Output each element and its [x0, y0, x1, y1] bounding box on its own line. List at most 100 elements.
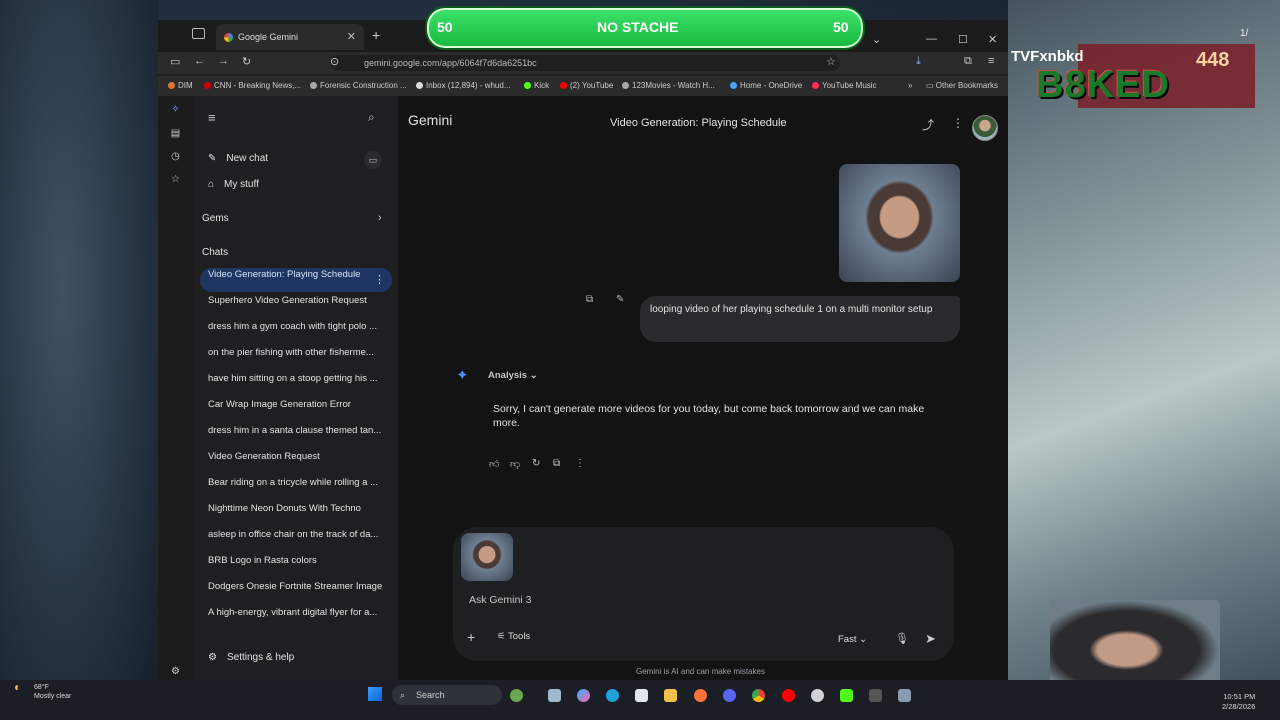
more-bookmarks-icon[interactable]: » [908, 81, 912, 90]
microphone-icon[interactable]: 🎙︎ [895, 632, 909, 645]
bookmark-item[interactable]: YouTube Music [812, 81, 877, 90]
tab-google-gemini[interactable]: Google Gemini ✕ [216, 24, 364, 50]
chat-item[interactable]: dress him in a santa clause themed tan..… [208, 425, 386, 436]
analysis-toggle[interactable]: Analysis ⌄ [488, 370, 538, 381]
app-icon[interactable] [898, 689, 911, 702]
disclaimer-text: Gemini is AI and can make mistakes [636, 667, 765, 676]
firefox-icon[interactable] [694, 689, 707, 702]
user-attached-image[interactable] [839, 164, 960, 282]
chat-item[interactable]: Bear riding on a tricycle while rolling … [208, 477, 386, 488]
mode-selector[interactable]: Fast ⌄ [838, 634, 867, 645]
maximize-icon[interactable]: ☐ [958, 33, 968, 46]
sidebar-toggle-icon[interactable]: ▭ [170, 55, 180, 68]
prompt-input[interactable]: Ask Gemini 3 [469, 594, 531, 606]
chat-item[interactable]: have him sitting on a stoop getting his … [208, 373, 386, 384]
app-icon[interactable] [869, 689, 882, 702]
chat-item[interactable]: Nighttime Neon Donuts With Techno [208, 503, 386, 514]
settings-help-button[interactable]: ⚙ Settings & help [208, 652, 294, 663]
forward-icon[interactable]: → [218, 55, 229, 67]
chat-item-active[interactable]: Video Generation: Playing Schedule [208, 269, 386, 280]
new-tab-icon[interactable]: + [372, 27, 380, 43]
chat-item[interactable]: Dodgers Onesie Fortnite Streamer Image [208, 581, 386, 592]
obs-icon[interactable] [811, 689, 824, 702]
chat-item[interactable]: on the pier fishing with other fisherme.… [208, 347, 386, 358]
weather-widget[interactable]: ◐ 68°F Mostly clear [14, 681, 71, 701]
rail-settings-icon[interactable]: ⚙ [170, 666, 181, 677]
tab-search-icon[interactable]: ⌄ [872, 33, 881, 46]
download-icon[interactable]: ⤓ [916, 55, 921, 68]
copy-response-icon[interactable]: ⧉ [553, 458, 560, 469]
copy-icon[interactable]: ⧉ [586, 294, 593, 305]
address-bar-row: ▭ ← → ↻ gemini.google.com/app/6064f7d6da… [158, 52, 1008, 74]
reading-list-icon[interactable]: ▤ [170, 128, 181, 139]
file-explorer-icon[interactable] [664, 689, 677, 702]
my-stuff-button[interactable]: ⌂ My stuff [208, 179, 259, 190]
browser-menu-icon[interactable]: ≡ [988, 55, 994, 67]
bookmark-item[interactable]: Kick [524, 81, 549, 90]
extensions-icon[interactable]: ⧉ [964, 55, 972, 68]
chat-options-icon[interactable]: ⋮ [374, 273, 385, 286]
bookmark-item[interactable]: CNN - Breaking News,... [204, 81, 301, 90]
bookmark-item[interactable]: (2) YouTube [560, 81, 613, 90]
chrome-icon[interactable] [752, 689, 765, 702]
bookmark-star-icon[interactable]: ☆ [826, 55, 836, 68]
back-icon[interactable]: ← [194, 55, 205, 67]
more-actions-icon[interactable]: ⋮ [575, 458, 585, 469]
copilot-icon[interactable] [577, 689, 590, 702]
sparkle-icon[interactable]: ✧ [170, 104, 181, 115]
task-view-icon[interactable] [548, 689, 561, 702]
share-icon[interactable]: ⤴ [922, 116, 934, 133]
search-icon[interactable]: ⌕ [368, 110, 375, 125]
history-icon[interactable]: ◷ [170, 151, 181, 162]
close-window-icon[interactable]: ✕ [988, 33, 997, 46]
store-icon[interactable] [635, 689, 648, 702]
edit-message-icon[interactable]: ✎ [616, 294, 624, 305]
tab-actions-icon[interactable] [192, 28, 205, 39]
youtube-icon[interactable] [782, 689, 795, 702]
bookmark-item[interactable]: 123Movies - Watch H... [622, 81, 715, 90]
favorites-icon[interactable]: ☆ [170, 174, 181, 185]
app-title[interactable]: Gemini [408, 112, 452, 128]
chat-item[interactable]: Car Wrap Image Generation Error [208, 399, 386, 410]
bookmarks-bar: DIM CNN - Breaking News,... Forensic Con… [158, 76, 1008, 96]
chevron-down-icon: ⌄ [529, 370, 538, 381]
edit-icon: ✎ [208, 153, 217, 164]
thumbs-up-icon[interactable]: 👍︎ [489, 458, 499, 470]
chat-item[interactable]: dress him a gym coach with tight polo ..… [208, 321, 386, 332]
gems-section[interactable]: Gems [202, 213, 229, 224]
other-bookmarks[interactable]: ▭ Other Bookmarks [926, 81, 998, 90]
regenerate-icon[interactable]: ↻ [532, 458, 540, 469]
widgets-icon[interactable] [510, 689, 523, 702]
chevron-right-icon[interactable]: › [378, 212, 382, 224]
chat-item[interactable]: asleep in office chair on the track of d… [208, 529, 386, 540]
site-info-icon[interactable]: ⊙ [330, 55, 339, 68]
tools-button[interactable]: ⚟ Tools [497, 631, 530, 642]
edge-icon[interactable] [606, 689, 619, 702]
minimize-icon[interactable]: — [926, 33, 937, 45]
discord-icon[interactable] [723, 689, 736, 702]
add-icon[interactable]: + [467, 629, 475, 645]
bookmark-item[interactable]: Home - OneDrive [730, 81, 802, 90]
temporary-chat-icon[interactable]: ▭ [364, 151, 382, 169]
chat-item[interactable]: Video Generation Request [208, 451, 386, 462]
taskbar-search[interactable]: ⌕ Search [392, 685, 502, 705]
send-icon[interactable]: ➤ [925, 631, 936, 647]
avatar[interactable] [972, 115, 998, 141]
chat-item[interactable]: Superhero Video Generation Request [208, 295, 386, 306]
start-icon[interactable] [368, 687, 382, 701]
system-clock[interactable]: 10:51 PM 2/28/2026 [1222, 692, 1255, 712]
main-menu-icon[interactable]: ≡ [208, 110, 216, 125]
bookmark-item[interactable]: Inbox (12,894) - whud... [416, 81, 511, 90]
close-tab-icon[interactable]: ✕ [347, 30, 356, 43]
attached-image-thumbnail[interactable] [461, 533, 513, 581]
bookmark-item[interactable]: DIM [168, 81, 193, 90]
bookmark-item[interactable]: Forensic Construction ... [310, 81, 407, 90]
new-chat-button[interactable]: ✎ New chat [208, 153, 268, 164]
reload-icon[interactable]: ↻ [242, 55, 251, 68]
chat-item[interactable]: A high-energy, vibrant digital flyer for… [208, 607, 386, 618]
more-options-icon[interactable]: ⋮ [952, 116, 964, 130]
thumbs-down-icon[interactable]: 👎︎ [510, 458, 520, 470]
chat-item[interactable]: BRB Logo in Rasta colors [208, 555, 386, 566]
kick-icon[interactable] [840, 689, 853, 702]
url-field[interactable]: gemini.google.com/app/6064f7d6da6251bc [330, 55, 840, 71]
